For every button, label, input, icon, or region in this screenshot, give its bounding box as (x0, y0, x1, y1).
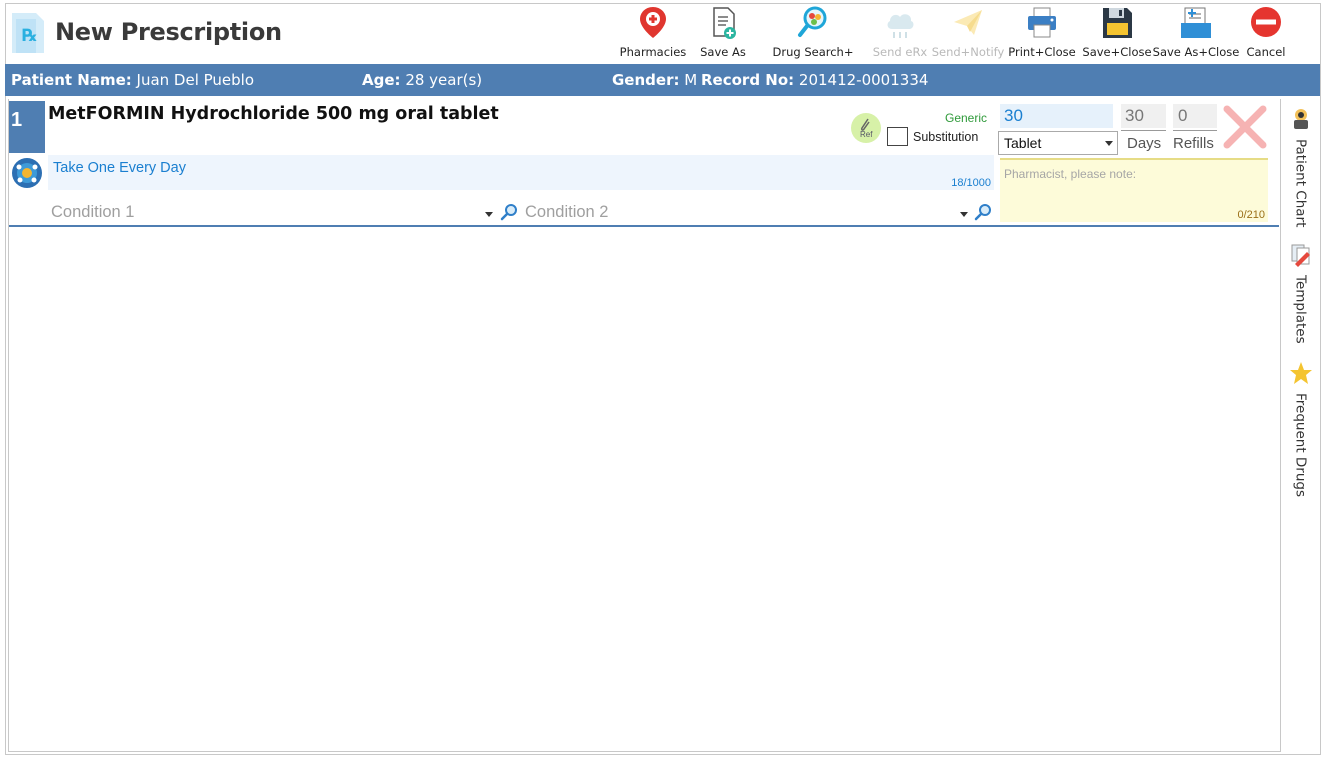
sig-input[interactable]: Take One Every Day 18/1000 (48, 155, 994, 190)
prescription-item: 1 MetFORMIN Hydrochloride 500 mg oral ta… (9, 99, 1279, 227)
cancel-button[interactable]: Cancel (1238, 5, 1294, 61)
sig-text: Take One Every Day (53, 160, 186, 176)
chevron-down-icon[interactable] (485, 212, 493, 217)
sig-globe-icon[interactable] (11, 157, 43, 189)
refills-label: Refills (1173, 135, 1214, 152)
days-underline (1121, 130, 1166, 131)
record-number-label: Record No: (701, 71, 795, 89)
chevron-down-icon[interactable] (960, 212, 968, 217)
substitution-label: Substitution (913, 130, 979, 144)
patient-name-label: Patient Name: (11, 71, 132, 89)
chevron-down-icon (1105, 141, 1113, 146)
save-as-button[interactable]: Save As (688, 5, 758, 61)
printer-icon (1028, 7, 1056, 38)
ref-label: Ref (860, 130, 873, 139)
side-panel: Patient Chart Templates Frequent Drugs (1283, 99, 1318, 752)
send-erx-button[interactable]: Send eRx (868, 5, 932, 61)
print-close-label: Print+Close (1008, 45, 1076, 59)
frequent-drugs-label: Frequent Drugs (1292, 393, 1309, 498)
pharmacies-button[interactable]: Pharmacies (618, 5, 688, 61)
drug-search-button[interactable]: Drug Search+ (758, 5, 868, 61)
save-as-close-icon (1181, 7, 1211, 38)
floppy-disk-icon (1103, 8, 1132, 38)
patient-gender-label: Gender: (612, 71, 680, 89)
generic-label: Generic (945, 111, 988, 125)
remove-drug-icon[interactable] (1221, 103, 1269, 151)
save-as-close-label: Save As+Close (1152, 45, 1240, 59)
sig-character-count: 18/1000 (951, 177, 991, 189)
cloud-send-icon (887, 14, 914, 38)
drug-search-icon (798, 6, 827, 37)
record-number: 201412-0001334 (798, 71, 929, 89)
save-as-label: Save As (700, 45, 746, 59)
pharmacist-note-input[interactable]: Pharmacist, please note: 0/210 (1000, 158, 1268, 222)
patient-chart-tab[interactable]: Patient Chart (1283, 107, 1318, 227)
patient-gender-field: Gender: M (612, 71, 697, 89)
dosage-form-value: Tablet (1004, 135, 1042, 151)
patient-chart-icon (1293, 109, 1308, 129)
patient-age-label: Age: (362, 71, 401, 89)
record-number-field: Record No: 201412-0001334 (701, 71, 928, 89)
refills-underline (1173, 130, 1217, 131)
prescription-list: 1 MetFORMIN Hydrochloride 500 mg oral ta… (8, 99, 1281, 752)
paper-plane-icon (954, 10, 982, 35)
save-as-document-icon (713, 7, 736, 39)
pharmacies-label: Pharmacies (619, 45, 687, 59)
templates-label: Templates (1292, 275, 1309, 344)
toolbar: Pharmacies Save As Drug Search+ Send eRx… (618, 5, 1294, 61)
prescription-rx-icon: ℞ (12, 13, 44, 53)
patient-info-bar: Patient Name: Juan Del Pueblo Age: 28 ye… (5, 64, 1320, 96)
templates-icon (1291, 244, 1310, 267)
days-input[interactable]: 30 (1121, 104, 1166, 128)
save-as-close-button[interactable]: Save As+Close (1152, 5, 1240, 61)
drug-search-label: Drug Search+ (772, 45, 854, 59)
days-label: Days (1127, 135, 1162, 152)
page-title: New Prescription (55, 18, 282, 46)
patient-chart-label: Patient Chart (1292, 139, 1309, 228)
send-notify-label: Send+Notify (931, 45, 1005, 59)
quantity-input[interactable]: 30 (1000, 104, 1113, 128)
send-notify-button[interactable]: Send+Notify (932, 5, 1004, 61)
condition-1-input[interactable]: Condition 1 (51, 203, 134, 222)
note-character-count: 0/210 (1237, 209, 1265, 221)
search-icon[interactable] (974, 203, 992, 221)
patient-name: Juan Del Pueblo (136, 71, 255, 89)
templates-tab[interactable]: Templates (1283, 243, 1318, 344)
dosage-form-select[interactable]: Tablet (998, 131, 1118, 155)
frequent-drugs-tab[interactable]: Frequent Drugs (1283, 361, 1318, 497)
refills-input[interactable]: 0 (1173, 104, 1217, 128)
save-close-label: Save+Close (1082, 45, 1152, 59)
patient-gender: M (684, 71, 698, 89)
search-icon[interactable] (500, 203, 518, 221)
cancel-icon (1251, 7, 1281, 37)
pharmacist-note-placeholder: Pharmacist, please note: (1004, 167, 1137, 181)
pharmacy-pin-icon (640, 7, 666, 38)
print-close-button[interactable]: Print+Close (1004, 5, 1080, 61)
send-erx-label: Send eRx (872, 45, 928, 59)
patient-age: 28 year(s) (405, 71, 483, 89)
substitution-checkbox[interactable] (887, 127, 908, 146)
prescription-number: 1 (9, 101, 45, 153)
star-icon (1289, 362, 1312, 384)
patient-age-field: Age: 28 year(s) (362, 71, 482, 89)
reference-button[interactable]: Ref (851, 113, 881, 143)
patient-name-field: Patient Name: Juan Del Pueblo (11, 71, 254, 89)
save-close-button[interactable]: Save+Close (1080, 5, 1154, 61)
cancel-label: Cancel (1246, 45, 1286, 59)
condition-2-input[interactable]: Condition 2 (525, 203, 608, 222)
drug-name[interactable]: MetFORMIN Hydrochloride 500 mg oral tabl… (48, 104, 499, 124)
svg-text:℞: ℞ (22, 26, 37, 46)
